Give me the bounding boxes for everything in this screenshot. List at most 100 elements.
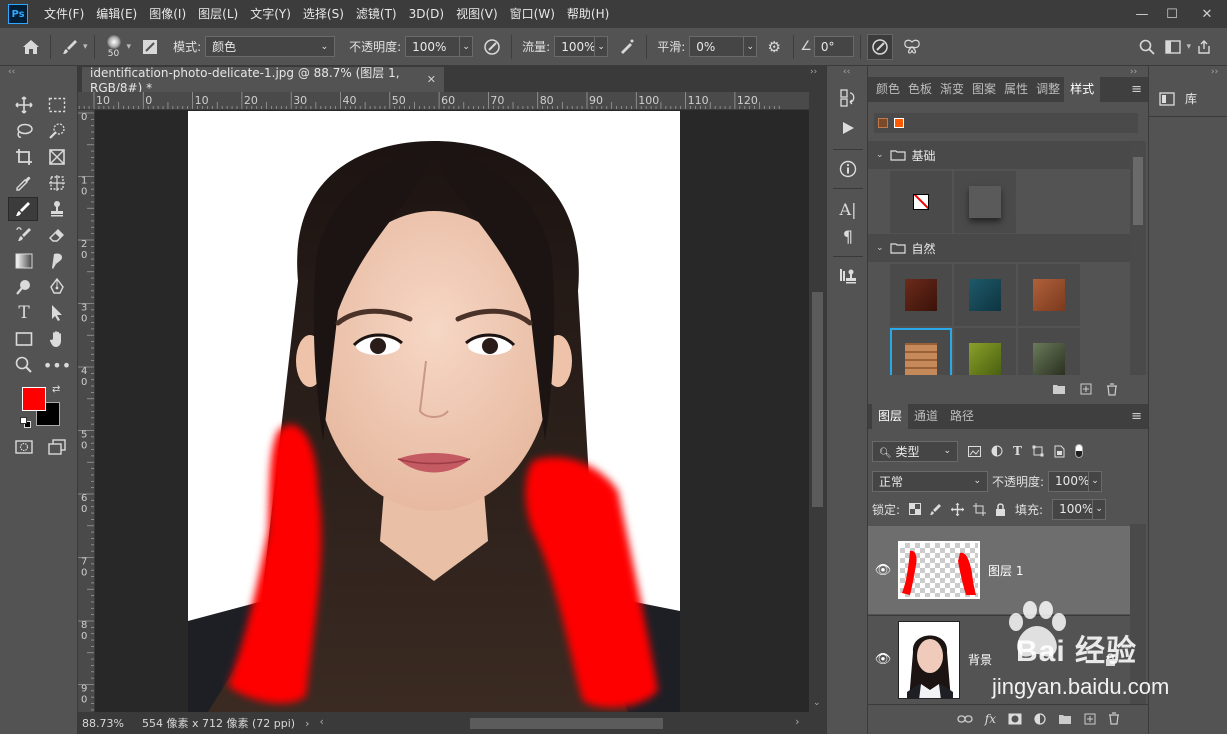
symmetry-butterfly-icon[interactable]: [899, 34, 925, 60]
path-selection-tool-icon[interactable]: [44, 301, 70, 325]
add-mask-icon[interactable]: [1008, 713, 1022, 725]
menu-view[interactable]: 视图(V): [450, 0, 504, 28]
tab-adjustments[interactable]: 调整: [1032, 77, 1064, 102]
home-icon[interactable]: [18, 34, 44, 60]
style-tile-stone[interactable]: [1018, 328, 1080, 375]
info-icon[interactable]: [836, 157, 860, 181]
collapse-panel-icon[interactable]: ‹‹: [843, 67, 850, 77]
style-tile-moss[interactable]: [954, 328, 1016, 375]
flow-field[interactable]: 100%: [554, 36, 596, 57]
paragraph-panel-icon[interactable]: ¶: [836, 224, 860, 248]
lock-all-icon[interactable]: [995, 502, 1006, 516]
hand-tool-icon[interactable]: [44, 327, 70, 351]
gradient-tool-icon[interactable]: [11, 249, 37, 273]
airbrush-icon[interactable]: [614, 34, 640, 60]
flow-dropdown[interactable]: ⌄: [594, 36, 609, 57]
lock-position-icon[interactable]: [951, 502, 965, 516]
layer-locked-icon[interactable]: [1105, 653, 1116, 666]
close-window-icon[interactable]: ✕: [1187, 0, 1227, 28]
scroll-left-icon[interactable]: ‹: [320, 715, 324, 728]
menu-file[interactable]: 文件(F): [38, 0, 90, 28]
new-group-folder-icon[interactable]: [1052, 383, 1066, 395]
tab-color[interactable]: 颜色: [872, 77, 904, 102]
document-tab[interactable]: identification-photo-delicate-1.jpg @ 88…: [82, 66, 444, 95]
lock-transparent-icon[interactable]: [909, 503, 922, 515]
fill-field[interactable]: 100%: [1052, 498, 1093, 520]
foreground-color-swatch[interactable]: [22, 387, 46, 411]
more-tools-icon[interactable]: •••: [43, 353, 71, 377]
styles-scroll-thumb[interactable]: [1133, 157, 1143, 225]
type-tool-icon[interactable]: T: [11, 301, 37, 325]
tab-layers[interactable]: 图层: [872, 404, 909, 429]
trash-icon[interactable]: [1108, 712, 1120, 725]
horizontal-scrollbar[interactable]: ‹ ›: [319, 715, 800, 730]
filter-smart-object-icon[interactable]: [1054, 445, 1065, 458]
maximize-icon[interactable]: ☐: [1157, 0, 1187, 28]
style-preview-icon[interactable]: [894, 118, 904, 128]
pressure-size-icon[interactable]: [866, 33, 893, 60]
fill-dropdown[interactable]: ⌄: [1092, 498, 1107, 520]
tab-properties[interactable]: 属性: [1000, 77, 1032, 102]
crop-tool-icon[interactable]: [11, 145, 37, 169]
history-brush-tool-icon[interactable]: [11, 223, 37, 247]
chevron-down-icon[interactable]: ▾: [83, 42, 88, 52]
collapse-panel-icon[interactable]: ››: [810, 67, 817, 77]
menu-help[interactable]: 帮助(H): [561, 0, 615, 28]
scroll-down-icon[interactable]: ⌄: [813, 698, 821, 708]
share-icon[interactable]: [1191, 34, 1217, 60]
menu-select[interactable]: 选择(S): [297, 0, 350, 28]
tab-paths[interactable]: 路径: [944, 404, 980, 429]
angle-field[interactable]: 0°: [813, 36, 854, 57]
lock-artboard-icon[interactable]: [973, 502, 987, 516]
collapse-panel-icon[interactable]: ››: [1130, 67, 1137, 77]
menu-layer[interactable]: 图层(L): [192, 0, 244, 28]
tab-gradients[interactable]: 渐变: [936, 77, 968, 102]
menu-image[interactable]: 图像(I): [143, 0, 192, 28]
smoothing-dropdown[interactable]: ⌄: [743, 36, 758, 57]
actions-play-icon[interactable]: [836, 116, 860, 140]
workspace-icon[interactable]: [1160, 34, 1186, 60]
tab-channels[interactable]: 通道: [908, 404, 944, 429]
style-group-basic[interactable]: ⌄ 基础: [868, 141, 1130, 169]
opacity-dropdown[interactable]: ⌄: [459, 36, 474, 57]
marquee-tool-icon[interactable]: [44, 93, 70, 117]
tab-patterns[interactable]: 图案: [968, 77, 1000, 102]
filter-type-icon[interactable]: T: [1013, 444, 1022, 458]
vertical-scroll-thumb[interactable]: [812, 292, 823, 507]
quick-mask-icon[interactable]: [11, 435, 37, 459]
eraser-tool-icon[interactable]: [44, 223, 70, 247]
panel-menu-icon[interactable]: ≡: [1131, 409, 1142, 424]
swap-colors-icon[interactable]: ⇄: [52, 384, 60, 395]
link-layers-icon[interactable]: [957, 714, 973, 724]
layer-filter-select[interactable]: 🔍︎ 类型 ⌄: [872, 440, 958, 462]
collapse-panel-icon[interactable]: ››: [1211, 67, 1218, 77]
layers-scrollbar[interactable]: [1130, 524, 1146, 704]
layer-opacity-dropdown[interactable]: ⌄: [1088, 470, 1103, 492]
brush-size-picker[interactable]: 50: [101, 30, 127, 64]
new-layer-icon[interactable]: [1084, 713, 1096, 725]
menu-edit[interactable]: 编辑(E): [90, 0, 143, 28]
screen-mode-icon[interactable]: [44, 435, 70, 459]
library-tab[interactable]: 库: [1149, 81, 1227, 117]
menu-type[interactable]: 文字(Y): [244, 0, 297, 28]
character-panel-icon[interactable]: A|: [836, 197, 860, 221]
menu-3d[interactable]: 3D(D): [403, 0, 450, 28]
layer-row-background[interactable]: 👁︎ 背景: [868, 615, 1130, 703]
frame-tool-icon[interactable]: [44, 145, 70, 169]
style-tile-wood-light[interactable]: [1018, 264, 1080, 326]
style-tile-planks[interactable]: [890, 328, 952, 375]
pen-tool-icon[interactable]: [44, 275, 70, 299]
horizontal-scroll-thumb[interactable]: [469, 718, 663, 729]
opacity-field[interactable]: 100%: [405, 36, 460, 57]
mode-select[interactable]: 颜色 ⌄: [205, 36, 336, 57]
filter-shape-icon[interactable]: [1032, 445, 1044, 457]
visibility-eye-icon[interactable]: 👁︎: [868, 563, 898, 578]
layer-opacity-field[interactable]: 100%: [1048, 470, 1089, 492]
tab-swatches[interactable]: 色板: [904, 77, 936, 102]
smudge-tool-icon[interactable]: [44, 249, 70, 273]
rectangle-tool-icon[interactable]: [11, 327, 37, 351]
style-group-nature[interactable]: ⌄ 自然: [868, 234, 1130, 262]
menu-filter[interactable]: 滤镜(T): [350, 0, 403, 28]
scroll-right-icon[interactable]: ›: [795, 715, 799, 728]
clone-source-icon[interactable]: [836, 264, 860, 288]
